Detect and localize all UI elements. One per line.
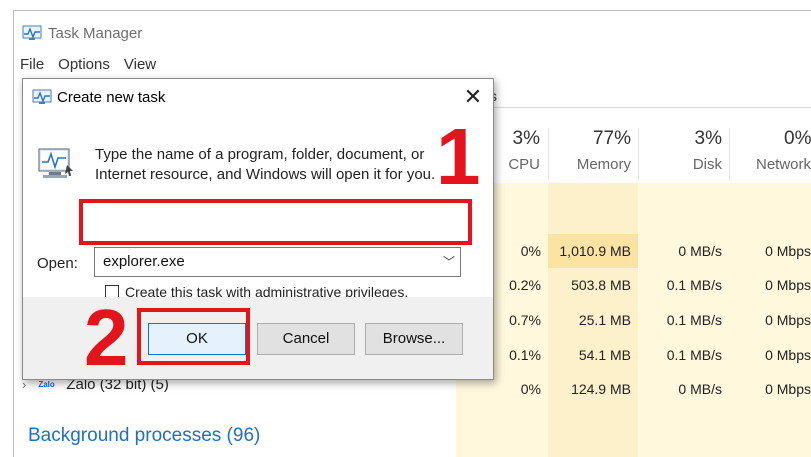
- column-header-memory[interactable]: 77% Memory: [555, 128, 631, 180]
- background-processes-heading: Background processes (96): [28, 425, 261, 446]
- run-program-icon: [38, 148, 73, 178]
- zalo-icon: Zalo: [38, 379, 55, 389]
- disk-label: Disk: [692, 156, 722, 173]
- blurred-title-strip: [140, 12, 340, 18]
- cell-network: 0 Mbps: [765, 347, 811, 363]
- highlight-open-field: [79, 199, 472, 245]
- cell-memory: 124.9 MB: [548, 372, 638, 406]
- table-row[interactable]: 0.7% 25.1 MB 0.1 MB/s 0 Mbps: [456, 303, 811, 337]
- disk-percent: 3%: [694, 128, 722, 149]
- task-manager-icon: [22, 25, 42, 40]
- column-separator: [729, 128, 730, 180]
- memory-label: Memory: [576, 156, 631, 173]
- cell-network: 0 Mbps: [765, 381, 811, 397]
- table-row[interactable]: 0.2% 503.8 MB 0.1 MB/s 0 Mbps: [456, 268, 811, 302]
- task-manager-menu: File Options View: [20, 56, 156, 73]
- highlight-ok-button: [137, 308, 250, 365]
- dialog-description: Type the name of a program, folder, docu…: [95, 146, 436, 183]
- menu-options[interactable]: Options: [58, 56, 110, 73]
- memory-percent: 77%: [592, 128, 631, 149]
- cell-disk: 0.1 MB/s: [666, 312, 722, 328]
- cell-disk: 0.1 MB/s: [666, 347, 722, 363]
- table-row[interactable]: 0% 124.9 MB 0 MB/s 0 Mbps: [456, 372, 811, 406]
- open-combobox[interactable]: explorer.exe ﹀: [94, 247, 461, 277]
- open-label: Open:: [37, 255, 78, 272]
- table-row[interactable]: 0% 1,010.9 MB 0 MB/s 0 Mbps: [456, 234, 811, 268]
- close-icon[interactable]: ✕: [457, 83, 489, 113]
- cell-network: 0 Mbps: [765, 312, 811, 328]
- dialog-title: Create new task: [57, 89, 166, 106]
- browse-button[interactable]: Browse...: [365, 323, 463, 355]
- cell-disk: 0 MB/s: [678, 243, 722, 259]
- table-row[interactable]: 0.1% 54.1 MB 0.1 MB/s 0 Mbps: [456, 338, 811, 372]
- cell-memory: 503.8 MB: [548, 268, 638, 302]
- menu-file[interactable]: File: [20, 56, 44, 73]
- network-label: Network: [756, 156, 811, 173]
- cell-disk: 0.1 MB/s: [666, 277, 722, 293]
- column-header-disk[interactable]: 3% Disk: [650, 128, 722, 180]
- dialog-titlebar[interactable]: Create new task ✕: [23, 79, 493, 117]
- task-manager-title: Task Manager: [48, 25, 143, 42]
- column-separator: [638, 128, 639, 180]
- open-input-value[interactable]: explorer.exe: [103, 253, 185, 270]
- cell-memory: 1,010.9 MB: [548, 234, 638, 268]
- step-number-1: 1: [436, 112, 481, 201]
- tab-divider: [470, 107, 811, 108]
- cell-network: 0 Mbps: [765, 243, 811, 259]
- network-percent: 0%: [784, 128, 811, 149]
- step-number-2: 2: [84, 293, 129, 382]
- cell-disk: 0 MB/s: [678, 381, 722, 397]
- task-manager-icon: [32, 89, 52, 104]
- menu-view[interactable]: View: [124, 56, 156, 73]
- chevron-down-icon[interactable]: ﹀: [441, 252, 457, 272]
- column-header-network[interactable]: 0% Network: [736, 128, 811, 180]
- cancel-button[interactable]: Cancel: [257, 323, 355, 355]
- cell-memory: 54.1 MB: [548, 338, 638, 372]
- cell-memory: 25.1 MB: [548, 303, 638, 337]
- column-separator: [548, 128, 549, 180]
- cell-network: 0 Mbps: [765, 277, 811, 293]
